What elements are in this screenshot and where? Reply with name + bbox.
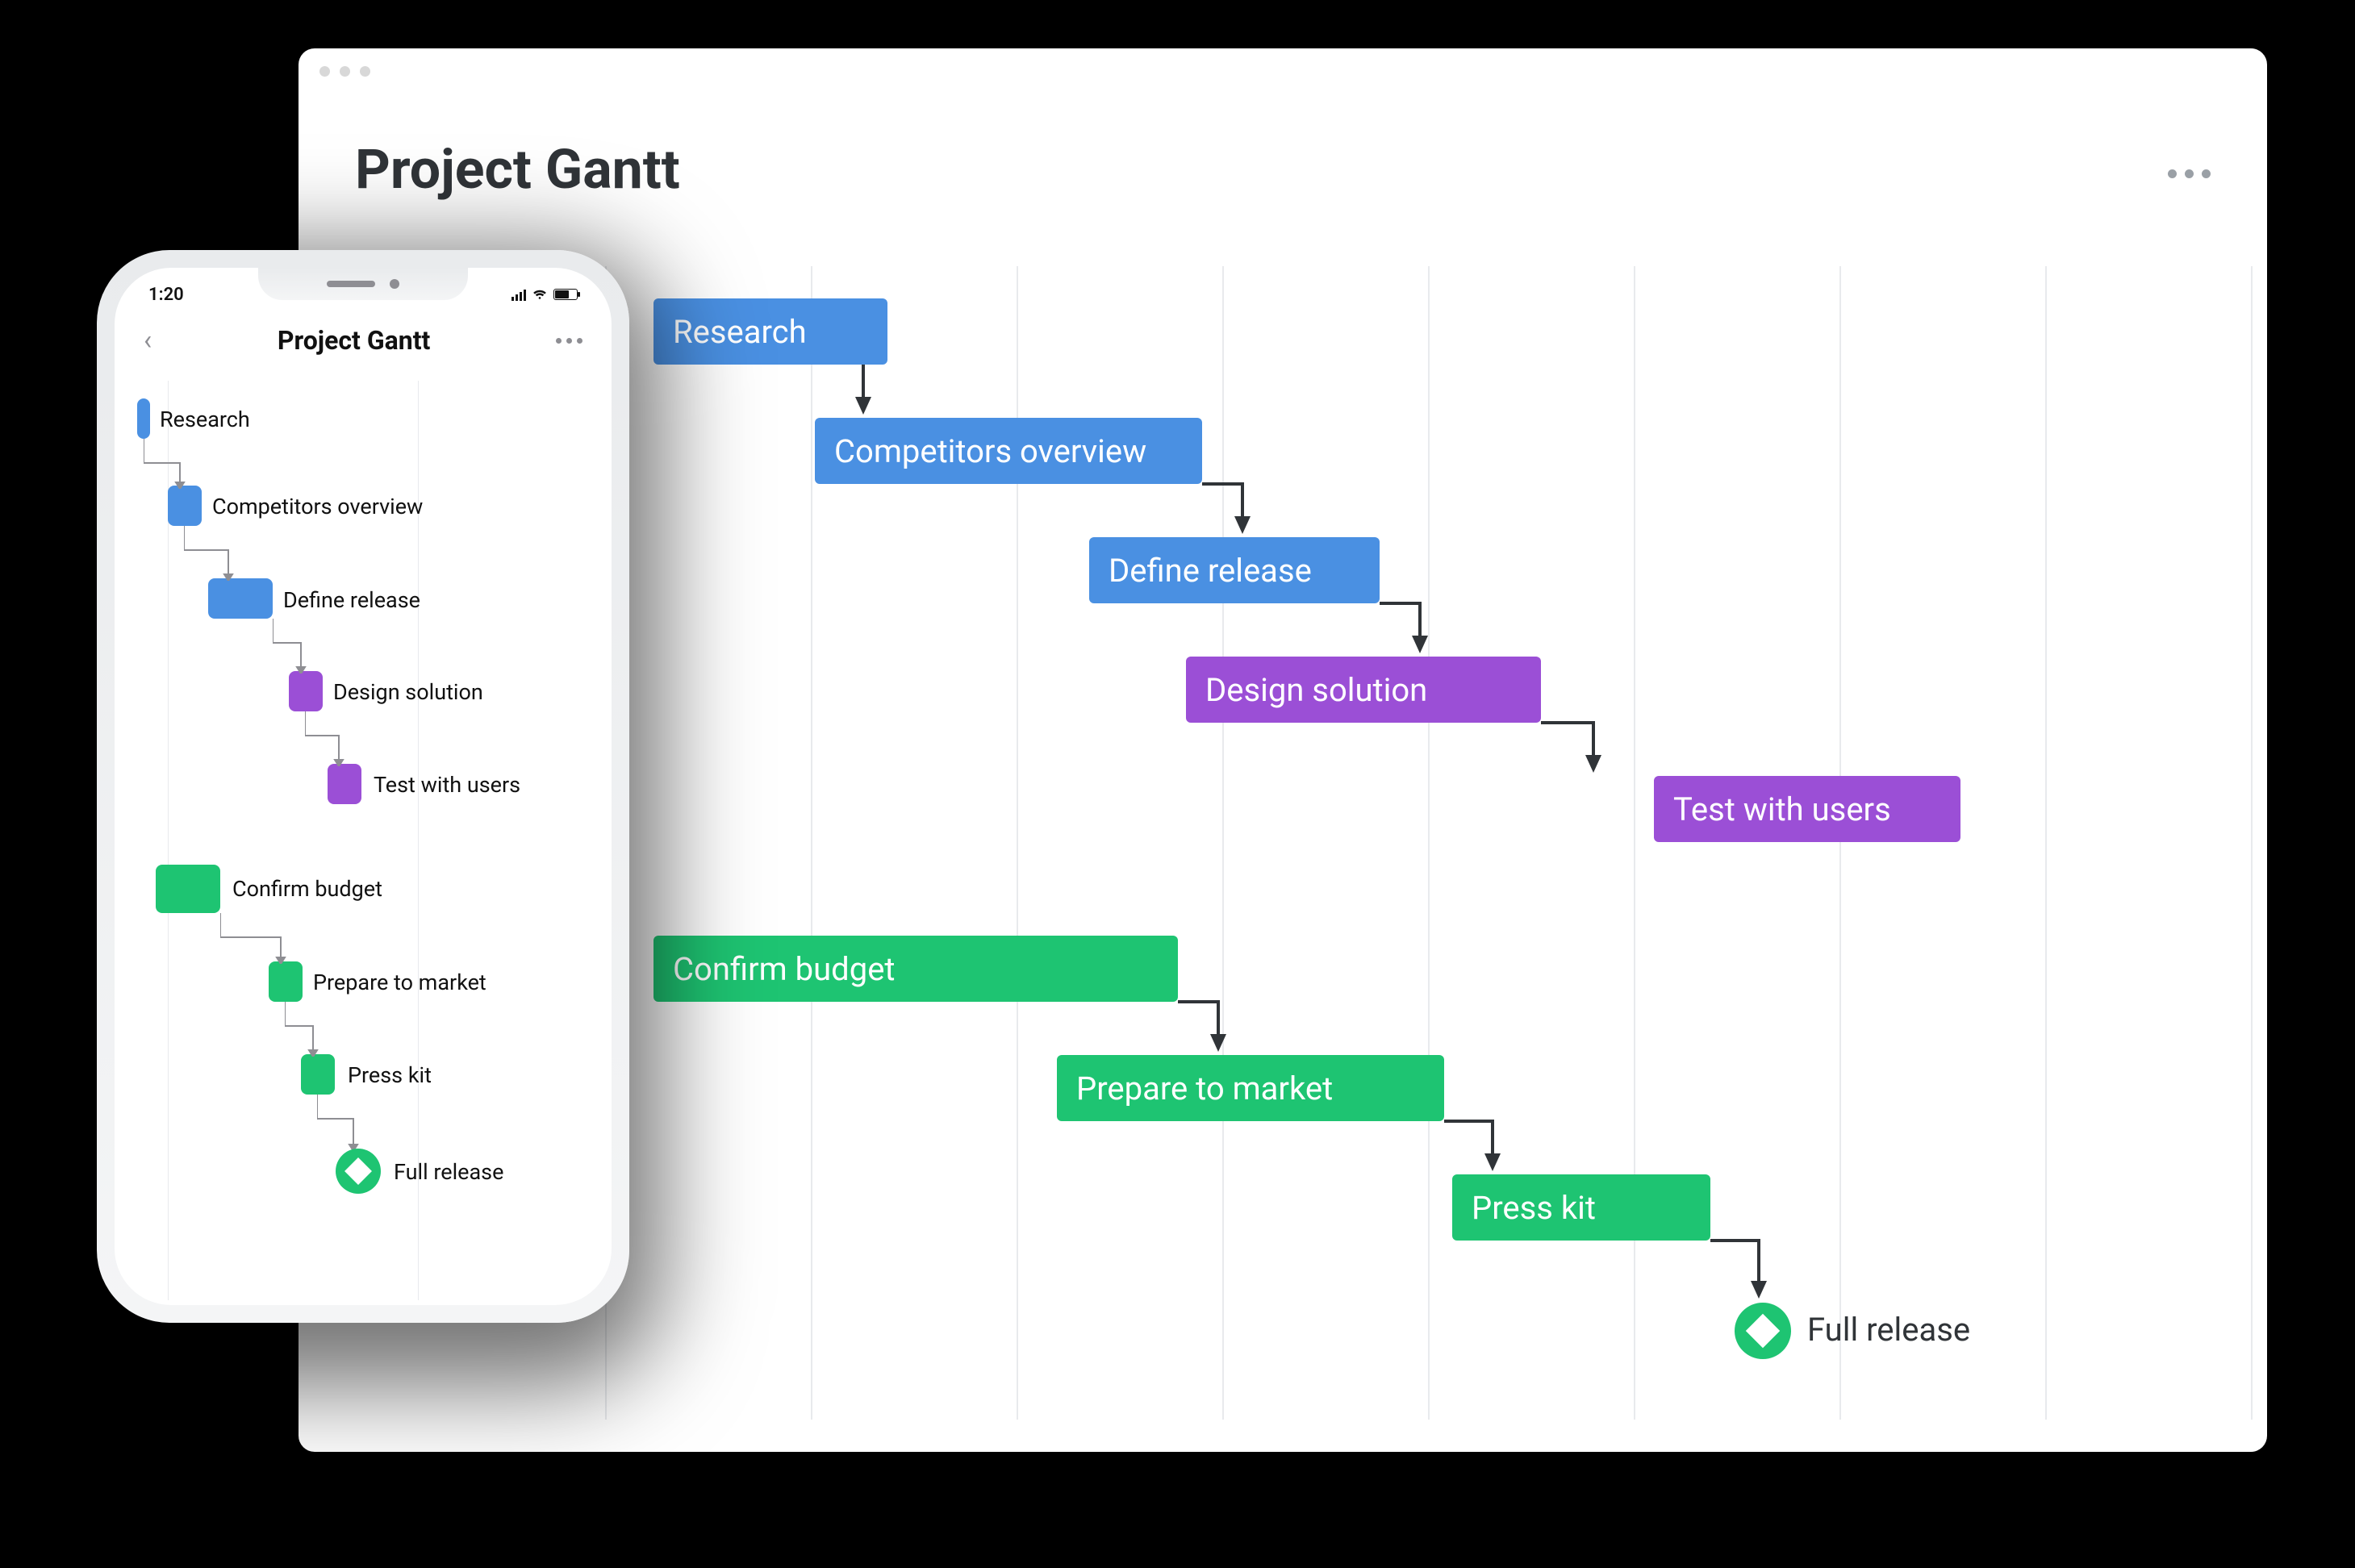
gantt-bar-label: Prepare to market [1076,1070,1333,1107]
dependency-arrow [1706,1241,1819,1305]
gantt-bar-define-release[interactable]: Define release [1089,537,1380,603]
wifi-icon [532,289,547,300]
phone-header: ‹ Project Gantt [115,324,612,357]
gantt-bar-press-kit[interactable] [301,1054,335,1095]
gantt-bar-label: Design solution [333,679,483,705]
window-controls[interactable] [319,66,370,77]
gantt-canvas[interactable]: Research Competitors overview Define rel… [605,266,2251,1420]
gantt-bar-prepare-market[interactable] [269,961,303,1002]
gantt-bar-label: Research [160,407,250,432]
gantt-bar-confirm-budget[interactable]: Confirm budget [653,936,1178,1002]
status-time: 1:20 [148,285,184,305]
battery-icon [553,289,578,300]
gantt-bar-label: Competitors overview [212,494,423,519]
milestone-label: Full release [394,1159,503,1185]
gantt-bar-label: Define release [283,587,420,613]
gantt-bar-label: Confirm budget [673,950,896,988]
dots-icon [2202,169,2211,178]
gantt-bar-competitors[interactable] [168,486,202,526]
gantt-bar-design-solution[interactable]: Design solution [1186,657,1541,723]
dependency-connector [305,711,349,766]
gantt-bar-research[interactable] [137,398,150,439]
window-minimize-dot[interactable] [340,66,350,77]
gantt-bar-competitors[interactable]: Competitors overview [815,418,1202,484]
gantt-bar-label: Test with users [1673,790,1891,828]
gantt-bar-label: Press kit [1472,1189,1596,1227]
window-maximize-dot[interactable] [360,66,370,77]
gantt-bar-label: Design solution [1205,671,1427,709]
dependency-connector [285,1002,325,1057]
dependency-arrow [1376,603,1472,660]
phone-gantt-canvas[interactable]: Research Competitors overview Define rel… [119,381,607,1300]
dots-icon [577,338,582,344]
more-menu-button[interactable] [2168,169,2211,178]
dependency-connector [220,913,289,964]
dependency-arrow [1440,1121,1553,1178]
signal-icon [512,288,526,301]
gantt-bar-test-users[interactable]: Test with users [1654,776,1960,842]
gantt-bar-research[interactable]: Research [653,298,887,365]
gantt-bar-test-users[interactable] [328,764,361,804]
gantt-bar-design-solution[interactable] [289,671,323,711]
dependency-arrow [1198,484,1295,540]
window-close-dot[interactable] [319,66,330,77]
phone-more-button[interactable] [556,338,582,344]
phone-title: Project Gantt [278,325,431,356]
dots-icon [2185,169,2194,178]
gantt-bar-label: Competitors overview [834,432,1146,470]
dependency-arrow [1174,1002,1271,1058]
gantt-bar-label: Confirm budget [232,876,382,902]
milestone-full-release-icon[interactable] [1735,1303,1791,1359]
milestone-label: Full release [1807,1311,1970,1349]
dependency-connector [144,439,192,489]
gantt-bar-label: Test with users [374,772,520,798]
gantt-bar-prepare-market[interactable]: Prepare to market [1057,1055,1444,1121]
dependency-connector [317,1095,365,1151]
dependency-arrow [831,365,912,421]
gantt-bar-label: Press kit [348,1062,432,1088]
dependency-connector [184,526,240,581]
phone-notch [258,268,468,300]
dependency-arrow [1537,723,1658,779]
gantt-bar-press-kit[interactable]: Press kit [1452,1174,1710,1241]
back-button[interactable]: ‹ [144,324,152,357]
phone-device: 1:20 ‹ Project Gantt Research Competitor… [97,250,629,1323]
dots-icon [556,338,562,344]
dots-icon [566,338,572,344]
gantt-bar-label: Define release [1109,552,1312,590]
gantt-bar-define-release[interactable] [208,578,273,619]
page-title: Project Gantt [355,137,680,202]
dots-icon [2168,169,2177,178]
milestone-full-release-icon[interactable] [336,1149,381,1194]
phone-screen: 1:20 ‹ Project Gantt Research Competitor… [115,268,612,1305]
gantt-bar-label: Research [673,313,807,351]
gantt-bar-label: Prepare to market [313,970,486,995]
dependency-connector [273,619,313,673]
gantt-bar-confirm-budget[interactable] [156,865,220,913]
